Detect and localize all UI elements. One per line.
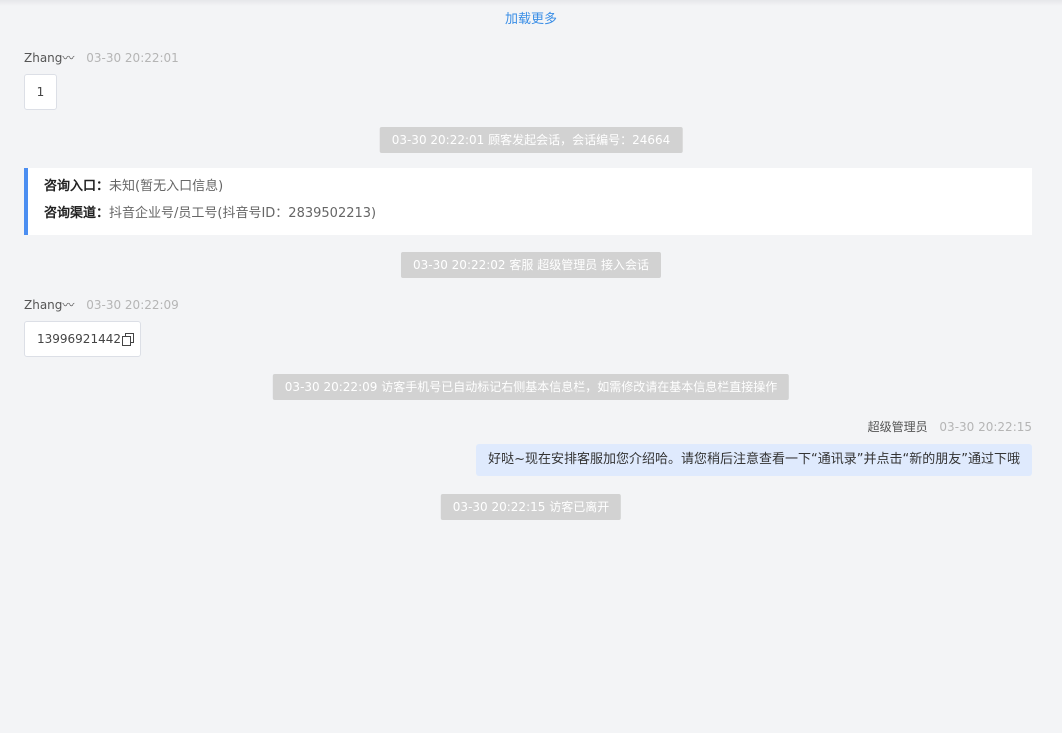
consult-entry-value: 未知(暂无入口信息) [109,179,224,194]
agent-name: 超级管理员 [867,420,928,434]
top-shadow [0,0,1062,6]
consult-channel-value: 抖音企业号/员工号(抖音号ID：2839502213) [109,206,377,221]
system-notice: 03-30 20:22:02 客服 超级管理员 接入会话 [400,252,662,278]
copy-icon[interactable] [121,333,134,346]
message-time: 03-30 20:22:15 [939,420,1032,434]
message-time: 03-30 20:22:09 [86,298,179,312]
message-meta: Zhang〰 03-30 20:22:09 [24,296,179,314]
sender-name: Zhang〰 [24,298,75,312]
message-meta: Zhang〰 03-30 20:22:01 [24,49,179,67]
system-notice: 03-30 20:22:15 访客已离开 [440,494,622,520]
consult-entry-label: 咨询入口： [44,179,110,194]
system-notice: 03-30 20:22:09 访客手机号已自动标记右侧基本信息栏，如需修改请在基… [272,374,790,400]
message-time: 03-30 20:22:01 [86,51,179,65]
consult-info-card: 咨询入口：未知(暂无入口信息) 咨询渠道：抖音企业号/员工号(抖音号ID：283… [24,168,1032,235]
consult-channel-label: 咨询渠道： [44,206,110,221]
message-bubble: 13996921442 [24,321,141,357]
system-notice: 03-30 20:22:01 顾客发起会话，会话编号：24664 [379,127,683,153]
message-text: 1 [36,85,45,99]
agent-message-meta: 超级管理员 03-30 20:22:15 [868,418,1032,436]
load-more-link[interactable]: 加载更多 [0,10,1062,30]
consult-entry-row: 咨询入口：未知(暂无入口信息) [44,178,1032,196]
message-bubble: 1 [24,74,57,110]
sender-name: Zhang〰 [24,51,75,65]
agent-message-bubble: 好哒~现在安排客服加您介绍哈。请您稍后注意查看一下“通讯录”并点击“新的朋友”通… [476,444,1032,476]
consult-channel-row: 咨询渠道：抖音企业号/员工号(抖音号ID：2839502213) [44,205,1032,223]
phone-number-text[interactable]: 13996921442 [37,332,121,346]
